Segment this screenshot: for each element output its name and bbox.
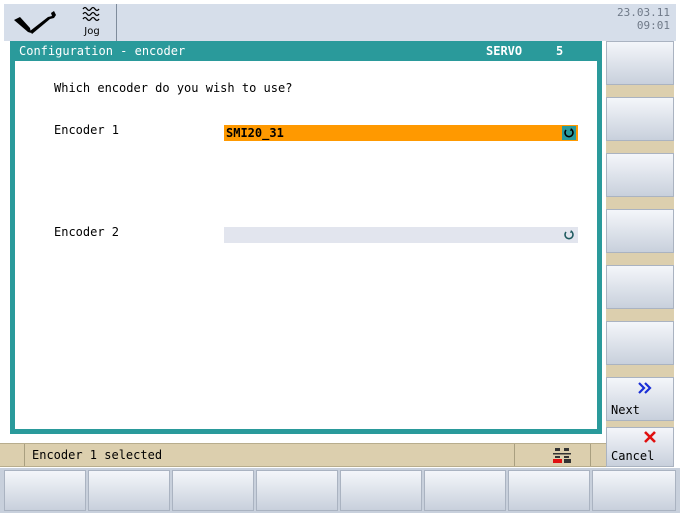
status-divider [24, 444, 25, 466]
softkey-separator [606, 197, 674, 209]
encoder2-select[interactable] [224, 227, 578, 243]
date-time: 23.03.11 09:01 [617, 6, 670, 32]
horizontal-softkey-8[interactable] [592, 470, 676, 511]
rcs-icon [553, 448, 571, 463]
softkey-separator [606, 365, 674, 377]
dialog-channel: 5 [556, 44, 564, 58]
softkey-separator [606, 141, 674, 153]
status-bar: Encoder 1 selected [0, 443, 606, 467]
vertical-softkey-2[interactable] [606, 97, 674, 141]
encoder1-value: SMI20_31 [226, 126, 284, 140]
encoder-config-dialog: Configuration - encoder SERVO 5 Which en… [10, 41, 602, 439]
toggle-icon [564, 230, 574, 240]
horizontal-softkey-1[interactable] [4, 470, 86, 511]
cancel-label: Cancel [611, 449, 655, 463]
toggle-icon [564, 128, 574, 138]
softkey-separator [606, 253, 674, 265]
horizontal-softkey-6[interactable] [424, 470, 506, 511]
horizontal-softkey-bar [0, 468, 680, 513]
sinumerik-screen: Jog 23.03.11 09:01 Configuration - encod… [0, 0, 680, 513]
encoder1-toggle[interactable] [562, 126, 576, 140]
dialog-body [10, 61, 602, 434]
jog-mode-button[interactable]: Jog [68, 4, 117, 41]
dialog-title-bar: Configuration - encoder SERVO 5 [10, 41, 602, 61]
vertical-softkey-5[interactable] [606, 265, 674, 309]
status-divider [590, 444, 591, 466]
horizontal-softkey-7[interactable] [508, 470, 590, 511]
double-chevron-right-icon [638, 382, 652, 394]
time-text: 09:01 [636, 19, 670, 32]
dialog-mode: SERVO [486, 44, 523, 58]
next-label: Next [611, 403, 640, 417]
status-divider [514, 444, 515, 466]
cancel-button[interactable]: Cancel [606, 427, 674, 467]
softkey-separator [606, 85, 674, 97]
encoder2-label: Encoder 2 [54, 225, 120, 239]
vertical-softkey-4[interactable] [606, 209, 674, 253]
machine-area-button[interactable] [4, 4, 69, 41]
horizontal-softkey-2[interactable] [88, 470, 170, 511]
horizontal-softkey-5[interactable] [340, 470, 422, 511]
next-button[interactable]: Next [606, 377, 674, 421]
jog-wave-icon [82, 6, 100, 22]
encoder1-label: Encoder 1 [54, 123, 120, 137]
question-text: Which encoder do you wish to use? [54, 81, 293, 95]
vertical-softkey-6[interactable] [606, 321, 674, 365]
cancel-x-icon [644, 431, 656, 443]
status-message: Encoder 1 selected [32, 448, 163, 462]
softkey-separator [606, 309, 674, 321]
encoder2-toggle[interactable] [562, 228, 576, 242]
header-bar: Jog 23.03.11 09:01 [4, 4, 676, 41]
encoder1-select[interactable]: SMI20_31 [224, 125, 578, 141]
horizontal-softkey-4[interactable] [256, 470, 338, 511]
vertical-softkey-1[interactable] [606, 41, 674, 85]
dialog-title: Configuration - encoder [19, 44, 186, 58]
wrench-icon [14, 11, 56, 34]
vertical-softkey-3[interactable] [606, 153, 674, 197]
mode-label: Jog [84, 26, 100, 37]
horizontal-softkey-3[interactable] [172, 470, 254, 511]
date-text: 23.03.11 [617, 6, 670, 19]
